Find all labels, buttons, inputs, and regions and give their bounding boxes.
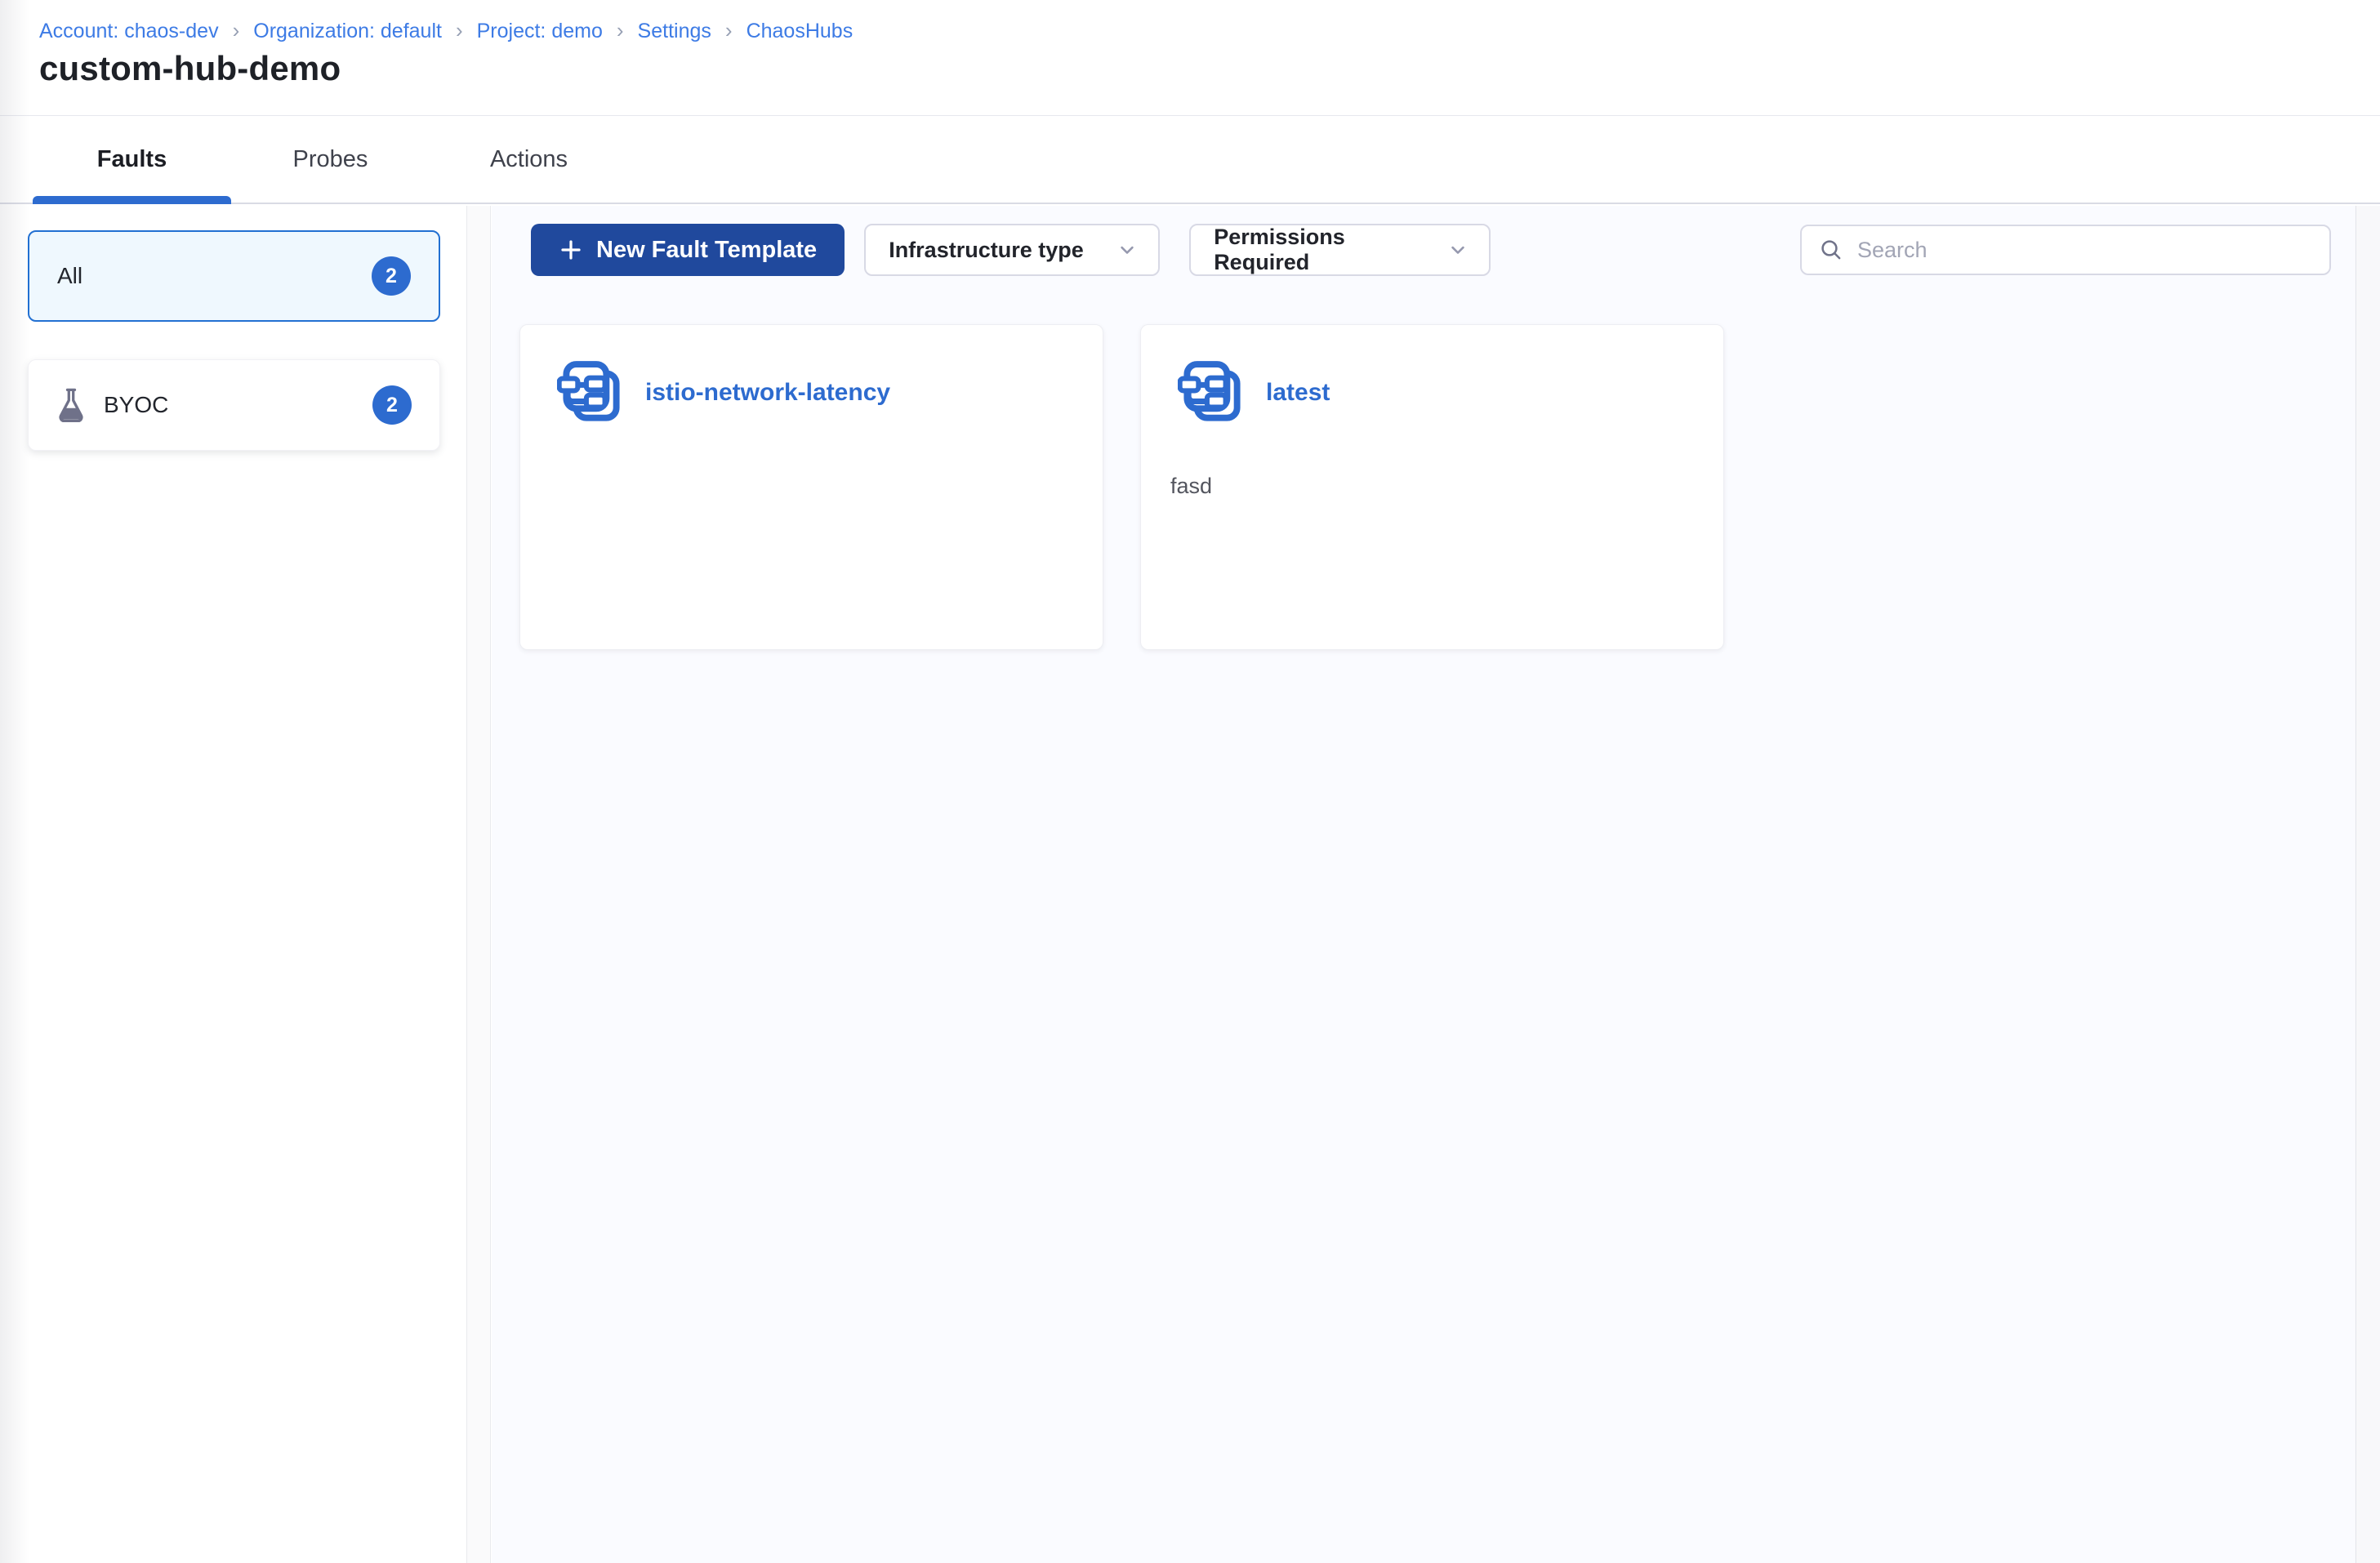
- sidebar-item-byoc[interactable]: BYOC 2: [28, 359, 440, 451]
- new-fault-template-button[interactable]: New Fault Template: [531, 224, 845, 276]
- tab-bar: Faults Probes Actions: [0, 117, 2380, 204]
- tab-actions[interactable]: Actions: [430, 117, 628, 203]
- breadcrumb: Account: chaos-dev › Organization: defau…: [39, 20, 853, 43]
- tab-probes-label: Probes: [292, 146, 368, 172]
- faults-main-panel: New Fault Template Infrastructure type P…: [492, 206, 2355, 1563]
- active-tab-underline: [33, 196, 231, 204]
- breadcrumb-separator-icon: ›: [616, 18, 624, 42]
- page-title: custom-hub-demo: [39, 49, 341, 87]
- category-sidebar: All 2 BYOC 2: [0, 206, 466, 1563]
- chevron-down-icon: [1446, 238, 1469, 261]
- tab-faults-label: Faults: [96, 146, 167, 172]
- sidebar-item-byoc-count-badge: 2: [372, 385, 412, 425]
- breadcrumb-chaoshubs[interactable]: ChaosHubs: [747, 20, 854, 43]
- permissions-required-dropdown-label: Permissions Required: [1214, 225, 1345, 274]
- tab-probes[interactable]: Probes: [231, 117, 430, 203]
- breadcrumb-separator-icon: ›: [455, 18, 463, 42]
- chevron-down-icon: [1116, 238, 1139, 261]
- fault-template-card-istio-network-latency[interactable]: istio-network-latency: [519, 324, 1103, 650]
- sidebar-scrollbar-track[interactable]: [466, 206, 491, 1563]
- fault-template-icon: [557, 358, 626, 427]
- fault-template-title[interactable]: istio-network-latency: [645, 379, 890, 407]
- faults-toolbar: New Fault Template Infrastructure type P…: [531, 224, 2331, 276]
- plus-icon: [559, 238, 583, 262]
- infrastructure-type-dropdown[interactable]: Infrastructure type: [864, 224, 1161, 276]
- card-head: istio-network-latency: [557, 358, 890, 427]
- breadcrumb-organization[interactable]: Organization: default: [253, 20, 442, 43]
- sidebar-item-all-count-badge: 2: [372, 256, 411, 296]
- breadcrumb-account[interactable]: Account: chaos-dev: [39, 20, 219, 43]
- fault-template-card-latest[interactable]: latest fasd: [1140, 324, 1724, 650]
- sidebar-item-all[interactable]: All 2: [28, 230, 440, 322]
- breadcrumb-settings[interactable]: Settings: [638, 20, 711, 43]
- search-input[interactable]: [1857, 237, 2313, 263]
- fault-template-description: fasd: [1170, 474, 1213, 498]
- infrastructure-type-dropdown-label: Infrastructure type: [889, 237, 1084, 262]
- fault-template-grid: istio-network-latency latest fasd: [519, 324, 2355, 650]
- tab-actions-label: Actions: [489, 146, 568, 172]
- fault-template-title[interactable]: latest: [1266, 379, 1330, 407]
- new-fault-template-button-label: New Fault Template: [596, 236, 818, 263]
- search-field[interactable]: [1800, 225, 2331, 275]
- tab-faults[interactable]: Faults: [33, 117, 231, 204]
- flask-icon: [56, 388, 86, 422]
- breadcrumb-project[interactable]: Project: demo: [477, 20, 603, 43]
- page-header: Account: chaos-dev › Organization: defau…: [0, 0, 2380, 116]
- search-icon: [1818, 237, 1844, 263]
- sidebar-item-all-label: All: [57, 263, 83, 288]
- breadcrumb-separator-icon: ›: [724, 18, 733, 42]
- permissions-required-dropdown[interactable]: Permissions Required: [1189, 224, 1491, 276]
- sidebar-item-byoc-label: BYOC: [104, 392, 169, 417]
- card-head: latest: [1178, 358, 1330, 427]
- breadcrumb-separator-icon: ›: [232, 18, 240, 42]
- content-area: All 2 BYOC 2 New Fault Template Infrastr…: [0, 206, 2380, 1563]
- fault-template-icon: [1178, 358, 1246, 427]
- main-scrollbar-track[interactable]: [2355, 206, 2380, 1563]
